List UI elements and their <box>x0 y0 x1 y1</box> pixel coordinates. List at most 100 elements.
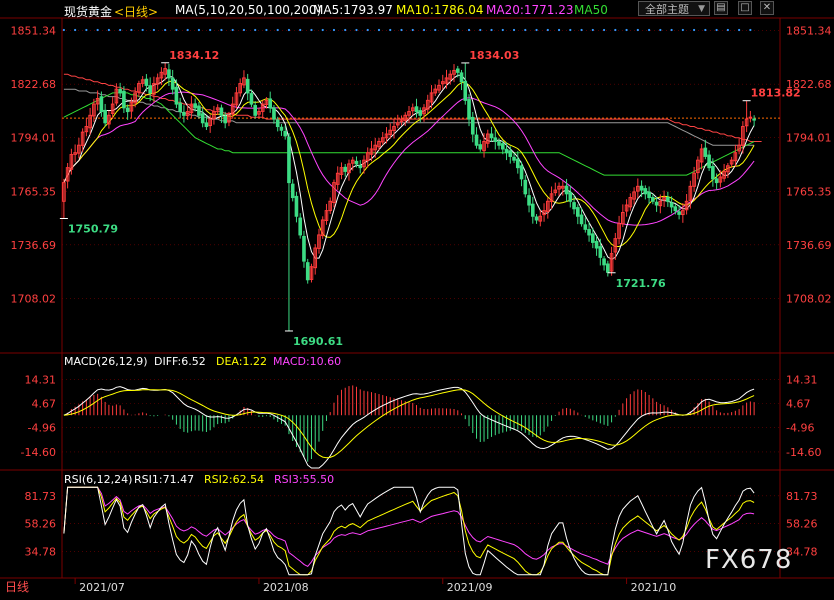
high-annotation: 1834.03 <box>469 49 519 62</box>
candle-body <box>249 93 254 105</box>
candle-body <box>354 160 359 165</box>
candle-body <box>707 154 711 169</box>
candle-body <box>455 68 460 73</box>
price-tick-right: 1736.69 <box>786 239 832 252</box>
candle-body <box>343 166 348 172</box>
event-marker-dot <box>119 28 122 32</box>
event-marker-dot <box>546 28 549 32</box>
candle-body <box>223 115 227 124</box>
candle-body <box>178 102 182 113</box>
candle-body <box>193 103 197 109</box>
candle-body <box>459 72 464 83</box>
time-label: 2021/07 <box>79 581 125 594</box>
price-tick-left: 1708.02 <box>11 292 57 305</box>
candle-body <box>478 144 483 150</box>
event-marker-dot <box>670 28 673 32</box>
macd-tick-right: 14.31 <box>786 373 818 386</box>
theme-label: 全部主题 <box>645 3 689 16</box>
macd-diff: DIFF:6.52 <box>154 355 206 368</box>
event-marker-dot <box>265 28 268 32</box>
macd-tick-right: -14.60 <box>786 446 821 459</box>
candle-body <box>666 196 670 202</box>
event-marker-dot <box>456 28 459 32</box>
event-marker-dot <box>467 28 471 32</box>
event-marker-dot <box>411 28 414 32</box>
macd-tick-left: -14.60 <box>21 446 56 459</box>
rsi-tick-right: 81.73 <box>786 490 818 503</box>
event-marker-dot <box>231 28 234 32</box>
candle-body <box>519 165 524 180</box>
candle-body <box>287 136 291 184</box>
event-marker-dot <box>614 28 617 32</box>
rsi-tick-right: 58.26 <box>786 518 818 531</box>
price-tick-left: 1794.01 <box>11 132 57 145</box>
rsi-tick-left: 34.78 <box>25 545 57 558</box>
candle-body <box>748 116 753 119</box>
event-marker-dot <box>344 28 347 32</box>
event-marker-dot <box>287 28 291 32</box>
candle-body <box>583 224 588 230</box>
candle-body <box>591 233 595 243</box>
ma-params[interactable]: MA(5,10,20,50,100,200) <box>175 3 321 17</box>
candle-body <box>673 206 678 212</box>
rsi-tick-left: 81.73 <box>25 490 57 503</box>
time-label: 2021/10 <box>631 581 677 594</box>
event-marker-dot <box>332 28 336 32</box>
event-marker-dot <box>209 28 212 32</box>
maximize-icon[interactable]: □ <box>738 1 752 15</box>
price-tick-left: 1822.68 <box>11 78 57 91</box>
period-tab[interactable]: 日线 <box>5 578 29 595</box>
symbol-name[interactable]: 现货黄金 <box>64 3 112 20</box>
theme-dropdown[interactable]: 全部主题 ▼ <box>638 1 710 16</box>
panel-toggle-icon[interactable]: ▤ <box>714 1 728 15</box>
event-marker-dot <box>726 28 729 32</box>
candle-body <box>99 96 104 113</box>
candle-body <box>294 195 299 217</box>
candle-body <box>654 201 659 206</box>
price-tick-right: 1851.34 <box>786 25 832 38</box>
rsi2-line <box>63 486 755 576</box>
candle-body <box>564 185 569 195</box>
candle-body <box>170 77 175 90</box>
candle-body <box>523 179 528 195</box>
macd-value: MACD:10.60 <box>273 355 342 368</box>
candle-body <box>598 246 603 258</box>
event-marker-dot <box>220 28 223 32</box>
candle-body <box>504 148 509 154</box>
candle-body <box>493 137 498 142</box>
macd-dea-line <box>63 389 755 459</box>
candle-body <box>182 111 186 116</box>
candle-body <box>204 122 209 128</box>
high-annotation: 1834.12 <box>169 49 219 62</box>
rsi3-value: RSI3:55.50 <box>274 473 335 486</box>
event-marker-dot <box>355 28 358 32</box>
event-marker-dot <box>242 28 246 32</box>
candle-body <box>643 188 648 195</box>
candle-body <box>144 78 149 86</box>
candle-body <box>219 107 224 116</box>
ma20-value: MA20:1771.23 <box>486 3 574 17</box>
event-marker-dot <box>591 28 594 32</box>
candle-body <box>463 80 468 101</box>
candle-body <box>647 191 651 199</box>
ma50-line <box>63 92 755 176</box>
candle-body <box>474 134 479 146</box>
period-selector[interactable]: <日线> <box>114 3 158 20</box>
event-marker-dot <box>602 28 606 32</box>
ma10-line <box>63 80 755 247</box>
candle-body <box>167 69 171 79</box>
event-marker-dot <box>659 28 662 32</box>
candle-body <box>414 106 419 113</box>
price-tick-left: 1736.69 <box>11 239 57 252</box>
rsi1-value: RSI1:71.47 <box>134 473 195 486</box>
event-marker-dot <box>400 28 403 32</box>
macd-dea: DEA:1.22 <box>216 355 267 368</box>
candle-body <box>500 143 505 150</box>
close-icon[interactable]: ✕ <box>760 1 774 15</box>
candle-body <box>305 262 310 281</box>
ma50-value: MA50 <box>574 3 608 17</box>
candle-body <box>279 126 284 131</box>
event-marker-dot <box>422 28 426 32</box>
event-marker-dot <box>535 28 538 32</box>
event-marker-dot <box>197 28 201 32</box>
